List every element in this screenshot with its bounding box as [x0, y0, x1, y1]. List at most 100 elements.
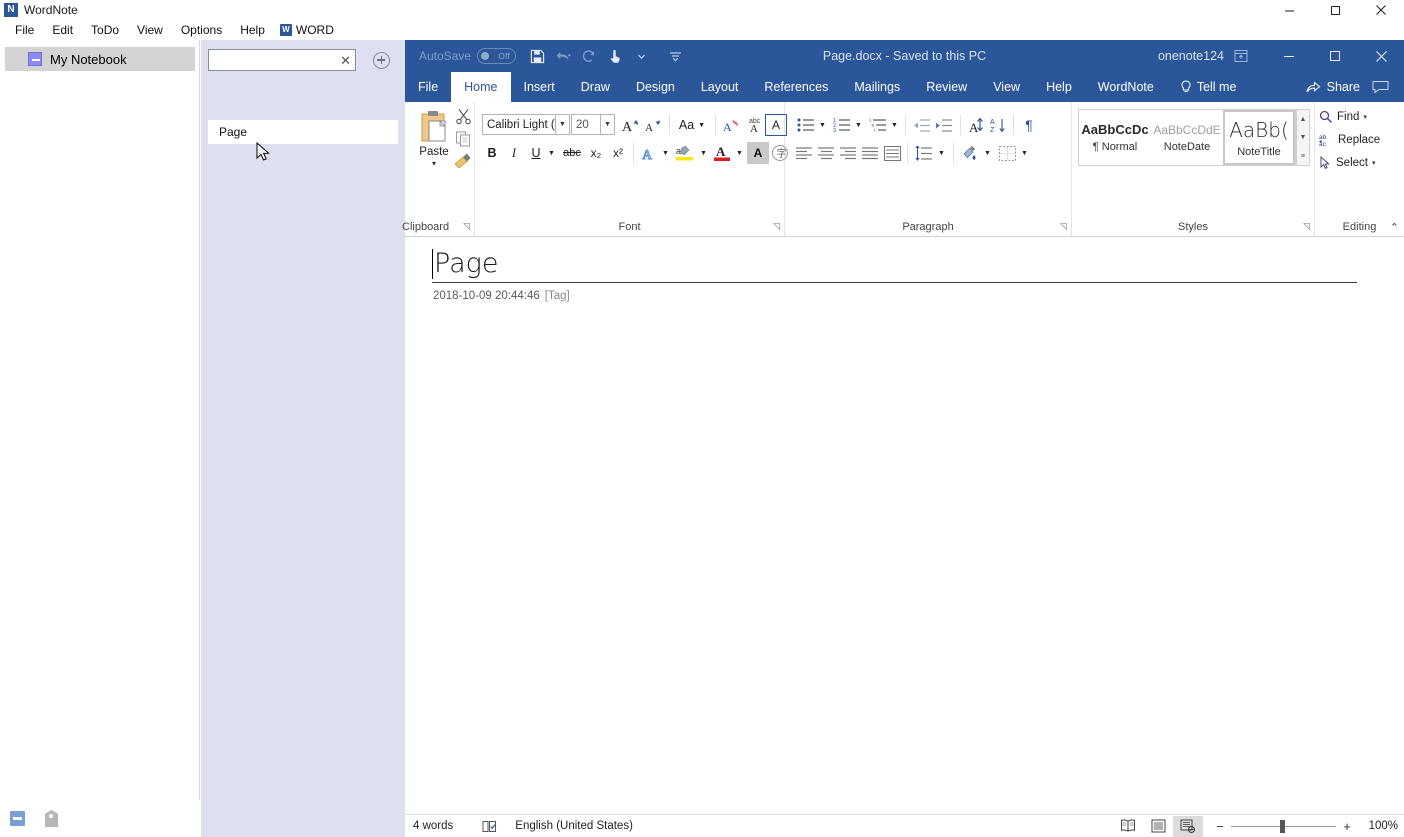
font-name-input[interactable]: Calibri Light (H	[482, 114, 556, 135]
zoom-slider-thumb[interactable]	[1280, 820, 1285, 833]
font-size-input[interactable]: 20	[571, 114, 601, 135]
sort-icon[interactable]: A	[966, 114, 988, 136]
text-effects-caret-icon[interactable]: ▼	[659, 142, 672, 164]
qat-touch-caret-icon[interactable]	[628, 43, 654, 69]
styles-dialog-launcher[interactable]: ◹	[1303, 221, 1310, 232]
share-button[interactable]: Share	[1306, 72, 1360, 102]
web-layout-view-button[interactable]	[1173, 816, 1203, 837]
bullets-icon[interactable]	[795, 114, 817, 136]
tab-draw[interactable]: Draw	[568, 72, 623, 102]
borders-icon[interactable]	[996, 142, 1018, 164]
read-mode-view-button[interactable]	[1113, 816, 1143, 837]
decrease-indent-icon[interactable]	[911, 114, 933, 136]
styles-scrollbar[interactable]: ▲ ▼ ≡	[1296, 109, 1310, 166]
change-case-icon[interactable]: Aa ▼	[675, 114, 709, 136]
ribbon-display-options-icon[interactable]	[1228, 40, 1254, 72]
add-page-button[interactable]	[373, 52, 390, 69]
line-spacing-icon[interactable]	[913, 142, 935, 164]
account-name[interactable]: onenote124	[1158, 40, 1224, 72]
save-icon[interactable]	[524, 43, 550, 69]
tell-me-box[interactable]: Tell me	[1167, 72, 1250, 102]
text-shading-icon[interactable]: A	[747, 142, 769, 164]
sort-az-icon[interactable]: AZ	[988, 114, 1010, 136]
italic-button[interactable]: I	[504, 142, 524, 164]
multilevel-caret-icon[interactable]: ▼	[888, 114, 901, 136]
autosave-control[interactable]: AutoSave Off	[417, 48, 516, 64]
word-restore-button[interactable]	[1312, 40, 1358, 72]
tab-wordnote[interactable]: WordNote	[1085, 72, 1167, 102]
clear-formatting-icon[interactable]: A	[721, 114, 743, 136]
wordnote-close-button[interactable]	[1358, 0, 1404, 20]
phonetic-guide-icon[interactable]: abcA	[743, 114, 765, 136]
word-count[interactable]: 4 words	[413, 820, 453, 832]
proofing-icon[interactable]	[481, 820, 497, 833]
format-painter-icon[interactable]	[453, 152, 473, 172]
find-caret-icon[interactable]: ▾	[1363, 113, 1367, 121]
tab-view[interactable]: View	[980, 72, 1033, 102]
paragraph-shading-icon[interactable]	[959, 142, 981, 164]
tree-item-my-notebook[interactable]: My Notebook	[5, 47, 195, 71]
document-heading[interactable]: Page	[432, 249, 498, 279]
menu-item-word[interactable]: WORD	[274, 23, 334, 37]
tab-references[interactable]: References	[751, 72, 841, 102]
zoom-in-button[interactable]: +	[1338, 819, 1356, 834]
styles-more-icon[interactable]: ≡	[1297, 147, 1309, 165]
autosave-toggle[interactable]: Off	[477, 48, 516, 64]
tab-help[interactable]: Help	[1033, 72, 1085, 102]
touch-mode-icon[interactable]	[602, 43, 628, 69]
print-layout-view-button[interactable]	[1143, 816, 1173, 837]
bullets-caret-icon[interactable]: ▼	[816, 114, 829, 136]
align-center-icon[interactable]	[815, 142, 837, 164]
font-color-icon[interactable]: A	[711, 142, 733, 164]
find-button[interactable]: Find ▾	[1319, 110, 1367, 124]
menu-item-todo[interactable]: ToDo	[82, 22, 128, 38]
align-left-icon[interactable]	[793, 142, 815, 164]
underline-caret-icon[interactable]: ▼	[545, 142, 558, 164]
wordnote-maximize-button[interactable]	[1312, 0, 1358, 20]
zoom-out-button[interactable]: −	[1211, 819, 1229, 834]
tab-layout[interactable]: Layout	[688, 72, 752, 102]
distributed-icon[interactable]	[881, 142, 903, 164]
zoom-level[interactable]: 100%	[1362, 820, 1398, 832]
replace-button[interactable]: abac Replace	[1319, 133, 1380, 147]
font-color-caret-icon[interactable]: ▼	[733, 142, 746, 164]
bold-button[interactable]: B	[482, 142, 502, 164]
subscript-button[interactable]: x₂	[585, 142, 607, 164]
strikethrough-button[interactable]: abc	[560, 142, 584, 164]
tab-home[interactable]: Home	[451, 72, 510, 102]
paragraph-shading-caret-icon[interactable]: ▼	[981, 142, 994, 164]
search-input[interactable]: ✕	[208, 49, 356, 71]
tab-review[interactable]: Review	[913, 72, 980, 102]
select-caret-icon[interactable]: ▾	[1372, 159, 1376, 167]
highlight-caret-icon[interactable]: ▼	[697, 142, 710, 164]
numbering-caret-icon[interactable]: ▼	[852, 114, 865, 136]
tab-insert[interactable]: Insert	[511, 72, 568, 102]
tab-file[interactable]: File	[405, 72, 451, 102]
font-size-dropdown-icon[interactable]: ▼	[601, 114, 615, 135]
superscript-button[interactable]: x²	[607, 142, 629, 164]
document-canvas[interactable]: Page 2018-10-09 20:44:46[Tag]	[405, 237, 1404, 817]
customize-qat-icon[interactable]	[662, 43, 688, 69]
word-close-button[interactable]	[1358, 40, 1404, 72]
line-spacing-caret-icon[interactable]: ▼	[935, 142, 948, 164]
styles-scroll-down-icon[interactable]: ▼	[1297, 129, 1309, 147]
shrink-font-icon[interactable]: A	[643, 114, 665, 136]
style-item-normal[interactable]: AaBbCcDc ¶ Normal	[1079, 110, 1151, 165]
word-minimize-button[interactable]	[1266, 40, 1312, 72]
language-indicator[interactable]: English (United States)	[515, 820, 633, 832]
menu-item-edit[interactable]: Edit	[43, 22, 82, 38]
new-note-icon[interactable]	[10, 811, 25, 826]
clear-search-icon[interactable]: ✕	[340, 54, 351, 67]
collapse-ribbon-icon[interactable]: ⌃	[1390, 221, 1399, 234]
wordnote-minimize-button[interactable]	[1266, 0, 1312, 20]
paste-icon[interactable]	[419, 110, 449, 144]
undo-icon[interactable]	[550, 43, 576, 69]
character-border-icon[interactable]: A	[765, 114, 787, 136]
highlight-icon[interactable]: ab	[673, 142, 697, 164]
paragraph-dialog-launcher[interactable]: ◹	[1060, 221, 1067, 232]
tag-icon[interactable]	[45, 810, 58, 827]
borders-caret-icon[interactable]: ▼	[1018, 142, 1031, 164]
justify-icon[interactable]	[859, 142, 881, 164]
clipboard-dialog-launcher[interactable]: ◹	[463, 221, 470, 232]
grow-font-icon[interactable]: A	[621, 114, 643, 136]
